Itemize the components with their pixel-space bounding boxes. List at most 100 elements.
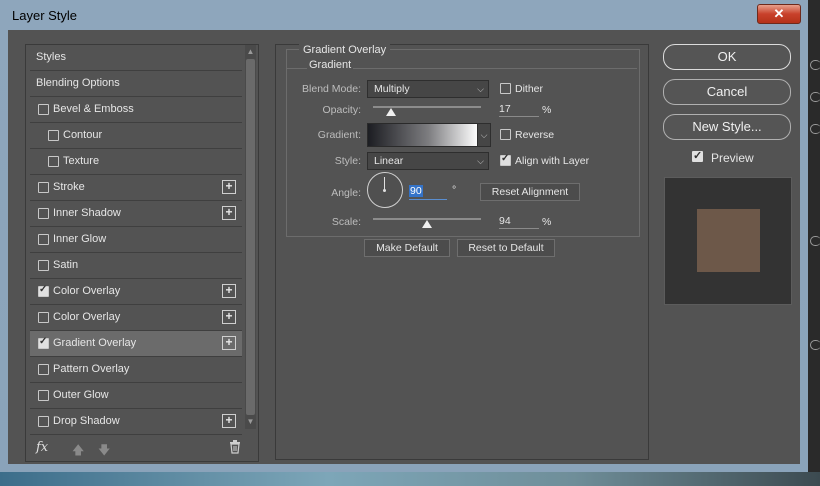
background-eye-icon [810, 92, 820, 102]
scroll-down-arrow-icon[interactable]: ▼ [245, 417, 256, 427]
style-list-item[interactable]: Texture [30, 149, 242, 175]
scroll-up-arrow-icon[interactable]: ▲ [245, 47, 256, 57]
reset-to-default-button[interactable]: Reset to Default [457, 239, 555, 257]
styles-footer: fx 🡅 🡇 [26, 437, 258, 461]
angle-dial-center [383, 189, 386, 192]
angle-input[interactable]: 90 [409, 185, 447, 200]
style-enable-checkbox[interactable] [38, 234, 49, 245]
scale-label: Scale: [331, 216, 361, 228]
style-list-item[interactable]: Stroke + [30, 175, 242, 201]
gradient-picker-chevron-icon[interactable]: ⌵ [477, 123, 491, 147]
styles-panel: Styles Blending Options Bevel & Emboss Cont… [25, 44, 259, 462]
style-list-item[interactable]: Bevel & Emboss [30, 97, 242, 123]
style-list-item[interactable]: Contour [30, 123, 242, 149]
styles-scrollbar[interactable]: ▲ ▼ [245, 45, 256, 429]
add-effect-plus-icon[interactable]: + [222, 180, 236, 194]
reset-alignment-button[interactable]: Reset Alignment [480, 183, 580, 201]
blend-mode-value: Multiply [374, 83, 410, 95]
move-effect-down-icon[interactable]: 🡇 [98, 441, 110, 462]
trash-icon[interactable] [229, 440, 241, 457]
style-list-item[interactable]: Pattern Overlay [30, 357, 242, 383]
scale-input[interactable]: 94 [499, 214, 539, 229]
add-effect-plus-icon[interactable]: + [222, 336, 236, 350]
style-list-item-label: Gradient Overlay [53, 337, 137, 349]
background-eye-icon [810, 236, 820, 246]
add-effect-plus-icon[interactable]: + [222, 284, 236, 298]
style-list-item[interactable]: Blending Options [30, 71, 242, 97]
style-list-item[interactable]: Color Overlay + [30, 305, 242, 331]
style-list-item[interactable]: Outer Glow [30, 383, 242, 409]
background-eye-icon [810, 340, 820, 350]
dither-label: Dither [515, 83, 544, 95]
style-list-item[interactable]: Inner Glow [30, 227, 242, 253]
reverse-label: Reverse [515, 129, 555, 141]
title-bar[interactable]: Layer Style ✕ [0, 0, 808, 30]
style-select[interactable]: Linear ⌵ [367, 152, 489, 170]
background-taskbar-strip [0, 472, 820, 486]
opacity-slider-thumb[interactable] [386, 108, 397, 116]
reverse-checkbox[interactable] [500, 129, 511, 140]
scale-unit: % [542, 216, 552, 228]
angle-dial[interactable] [367, 172, 403, 208]
style-enable-checkbox[interactable] [38, 284, 49, 297]
style-list-item-label: Drop Shadow [53, 415, 120, 427]
styles-list: Styles Blending Options Bevel & Emboss Cont… [30, 45, 242, 435]
style-list-item[interactable]: Color Overlay + [30, 279, 242, 305]
move-effect-up-icon[interactable]: 🡅 [72, 441, 84, 462]
style-list-item[interactable]: Drop Shadow + [30, 409, 242, 435]
align-with-layer-label: Align with Layer [515, 155, 590, 167]
add-effect-plus-icon[interactable]: + [222, 206, 236, 220]
ok-button[interactable]: OK [663, 44, 791, 70]
chevron-down-icon: ⌵ [477, 84, 484, 94]
style-preview [664, 177, 792, 305]
fx-menu-button[interactable]: fx [36, 440, 48, 455]
gradient-overlay-group: Gradient Overlay Gradient Blend Mode: Mu… [286, 44, 640, 237]
style-enable-checkbox[interactable] [38, 312, 49, 323]
style-list-item-label: Contour [63, 129, 103, 141]
style-list-item-label: Bevel & Emboss [53, 103, 134, 115]
style-list-item[interactable]: Gradient Overlay + [30, 331, 242, 357]
dither-checkbox[interactable] [500, 83, 511, 94]
opacity-input[interactable]: 17 [499, 102, 539, 117]
add-effect-plus-icon[interactable]: + [222, 414, 236, 428]
style-list-item-label: Blending Options [36, 77, 120, 89]
preview-checkbox[interactable] [692, 149, 703, 162]
close-button[interactable]: ✕ [757, 4, 801, 24]
style-enable-checkbox[interactable] [48, 156, 59, 167]
new-style-button[interactable]: New Style... [663, 114, 791, 140]
scale-slider-thumb[interactable] [422, 220, 432, 228]
style-enable-checkbox[interactable] [38, 260, 49, 271]
style-enable-checkbox[interactable] [38, 208, 49, 219]
style-enable-checkbox[interactable] [38, 182, 49, 193]
style-list-item-label: Styles [36, 51, 66, 63]
style-list-item[interactable]: Satin [30, 253, 242, 279]
style-list-item-label: Inner Shadow [53, 207, 121, 219]
style-list-item-label: Texture [63, 155, 100, 167]
make-default-button[interactable]: Make Default [364, 239, 450, 257]
dialog-client-area: Styles Blending Options Bevel & Emboss Cont… [8, 30, 800, 464]
background-eye-icon [810, 124, 820, 134]
align-with-layer-checkbox[interactable] [500, 153, 511, 166]
background-eye-icon [810, 60, 820, 70]
style-enable-checkbox[interactable] [38, 104, 49, 115]
angle-value: 90 [409, 185, 423, 197]
blend-mode-label: Blend Mode: [302, 83, 361, 95]
blend-mode-select[interactable]: Multiply ⌵ [367, 80, 489, 98]
style-list-item-label: Color Overlay [53, 311, 121, 323]
style-enable-checkbox[interactable] [38, 390, 49, 401]
add-effect-plus-icon[interactable]: + [222, 310, 236, 324]
style-enable-checkbox[interactable] [38, 336, 49, 349]
style-list-item-label: Pattern Overlay [53, 363, 130, 375]
preview-label: Preview [711, 151, 754, 165]
style-enable-checkbox[interactable] [38, 364, 49, 375]
style-list-item[interactable]: Styles [30, 45, 242, 71]
opacity-unit: % [542, 104, 552, 116]
gradient-overlay-panel: Gradient Overlay Gradient Blend Mode: Mu… [275, 44, 649, 460]
cancel-button[interactable]: Cancel [663, 79, 791, 105]
style-list-item[interactable]: Inner Shadow + [30, 201, 242, 227]
gradient-swatch[interactable] [367, 123, 479, 147]
style-enable-checkbox[interactable] [38, 416, 49, 427]
gradient-subgroup: Gradient Blend Mode: Multiply ⌵ Dither O… [287, 59, 637, 235]
scroll-thumb[interactable] [246, 59, 255, 415]
style-enable-checkbox[interactable] [48, 130, 59, 141]
